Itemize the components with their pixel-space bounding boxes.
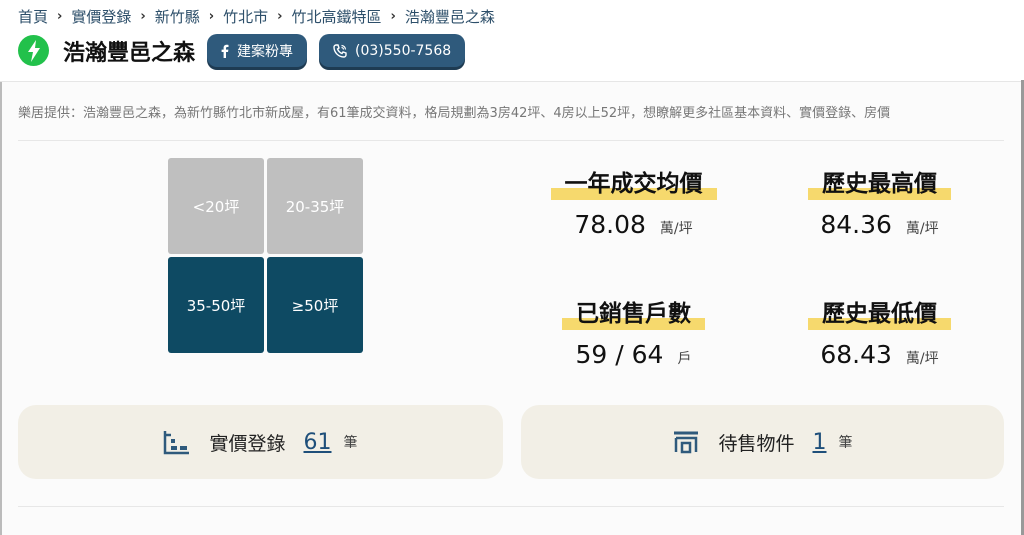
chevron-right-icon: › [390,9,396,24]
chevron-right-icon: › [57,9,63,24]
transactions-card[interactable]: 實價登錄 61 筆 [18,405,503,479]
title-row: 浩瀚豐邑之森 建案粉專 (03)550-7568 [18,34,477,67]
lightning-icon [18,35,49,66]
chevron-right-icon: › [208,9,215,24]
stat-avg-price: 一年成交均價 78.08 萬/坪 [543,164,724,239]
size-filter-grid: <20坪 20-35坪 35-50坪 ≥50坪 [168,158,364,354]
stat-avg-price-label: 一年成交均價 [564,171,703,197]
transactions-count-link[interactable]: 61 [304,430,332,455]
phone-icon [333,43,347,58]
facebook-page-button[interactable]: 建案粉專 [207,34,308,67]
stat-min-price-unit: 萬/坪 [905,351,939,367]
bar-list-icon [163,429,191,455]
transactions-unit: 筆 [343,435,358,451]
stat-avg-price-unit: 萬/坪 [659,221,693,237]
size-20-35[interactable]: 20-35坪 [267,158,363,254]
stat-sold-unit: 戶 [677,351,692,367]
transactions-label: 實價登錄 [209,432,286,455]
phone-label: (03)550-7568 [355,42,452,59]
breadcrumb-home[interactable]: 首頁 [18,6,48,27]
stat-max-price-unit: 萬/坪 [905,221,939,237]
chevron-right-icon: › [140,9,146,24]
listings-label: 待售物件 [718,432,795,455]
breadcrumb-current[interactable]: 浩瀚豐邑之森 [405,6,495,27]
size-35-50[interactable]: 35-50坪 [168,257,264,353]
phone-button[interactable]: (03)550-7568 [319,34,466,67]
page-title: 浩瀚豐邑之森 [63,40,196,66]
facebook-page-label: 建案粉專 [237,43,294,60]
breadcrumb-transactions[interactable]: 實價登錄 [71,6,131,27]
breadcrumb-district[interactable]: 竹北高鐵特區 [292,6,382,27]
house-icon [672,430,700,454]
stat-min-price-value: 68.43 [820,340,892,369]
breadcrumb-county[interactable]: 新竹縣 [155,6,200,27]
stat-sold-label: 已銷售戶數 [576,301,691,327]
listings-card[interactable]: 待售物件 1 筆 [521,405,1004,479]
listings-count-link[interactable]: 1 [813,430,827,455]
stat-avg-price-value: 78.08 [574,210,646,239]
breadcrumb: 首頁 › 實價登錄 › 新竹縣 › 竹北市 › 竹北高鐵特區 › 浩瀚豐邑之森 [18,6,495,27]
size-under-20[interactable]: <20坪 [168,158,264,254]
stat-max-price: 歷史最高價 84.36 萬/坪 [789,164,970,239]
stat-max-price-value: 84.36 [820,210,892,239]
size-over-50[interactable]: ≥50坪 [267,257,363,353]
stat-max-price-label: 歷史最高價 [822,171,937,197]
breadcrumb-city[interactable]: 竹北市 [223,6,268,27]
listings-unit: 筆 [838,435,853,451]
chevron-right-icon: › [277,9,283,24]
stat-min-price-label: 歷史最低價 [822,301,937,327]
facebook-icon [221,44,229,58]
community-description: 樂居提供：浩瀚豐邑之森，為新竹縣竹北市新成屋，有61筆成交資料，格局規劃為3房4… [18,106,891,121]
stat-sold-value: 59 / 64 [575,340,664,369]
divider [18,140,1004,141]
stat-min-price: 歷史最低價 68.43 萬/坪 [789,294,970,369]
divider [18,506,1004,507]
stat-sold: 已銷售戶數 59 / 64 戶 [543,294,724,369]
header-area: 首頁 › 實價登錄 › 新竹縣 › 竹北市 › 竹北高鐵特區 › 浩瀚豐邑之森 … [0,0,1024,82]
